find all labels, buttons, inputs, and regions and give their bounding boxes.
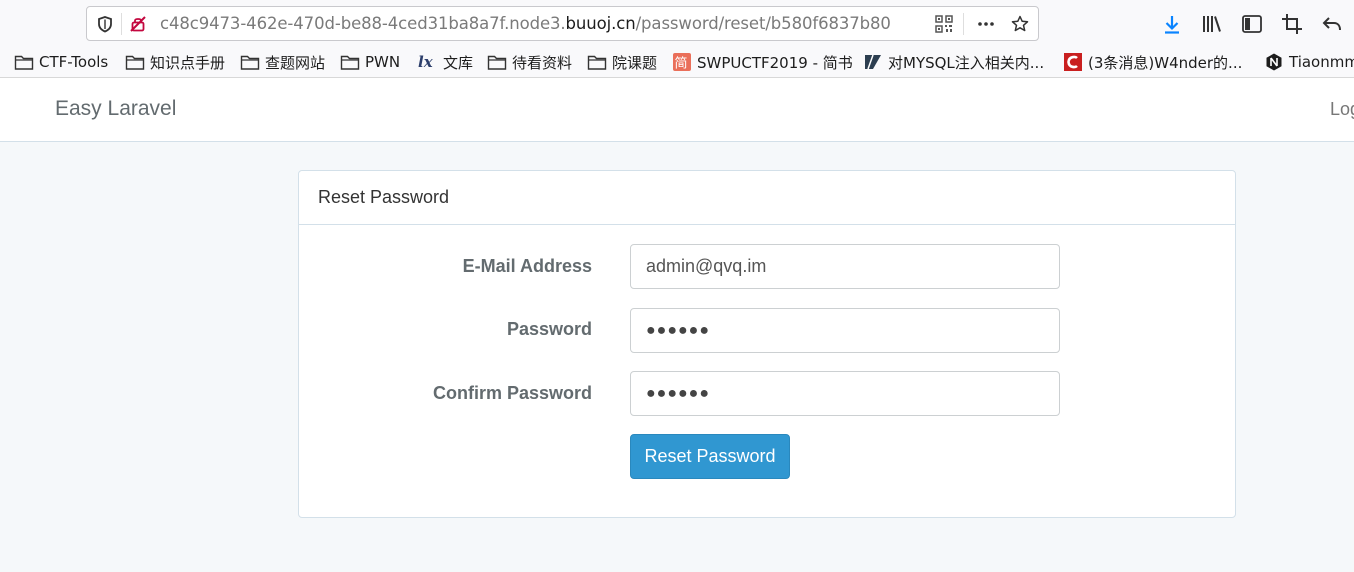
bookmark-pwn[interactable]: PWN: [340, 52, 400, 72]
notion-icon: [1266, 53, 1282, 71]
bookmark-courses[interactable]: 院课题: [587, 52, 657, 72]
email-label: E-Mail Address: [462, 256, 592, 276]
shield-icon[interactable]: [96, 15, 114, 33]
bookmark-csdn-w4nder[interactable]: (3条消息)W4nder的...: [1063, 52, 1242, 72]
library-icon[interactable]: [1201, 13, 1223, 35]
bookmark-reading-list[interactable]: 待看资料: [487, 52, 572, 72]
bookmark-label: 查题网站: [265, 53, 326, 72]
folder-icon: [487, 55, 507, 70]
more-actions-icon[interactable]: [977, 15, 995, 33]
bookmark-label: (3条消息)W4nder的...: [1088, 53, 1243, 72]
bookmark-star-icon[interactable]: [1011, 15, 1029, 33]
panel-heading: Reset Password: [299, 171, 1235, 225]
bookmark-knowledge-manual[interactable]: 知识点手册: [125, 52, 225, 72]
bookmark-label: CTF-Tools: [39, 53, 109, 71]
bookmark-label: Tiaonmm: [1289, 53, 1354, 71]
bookmark-label: 文库: [443, 53, 474, 72]
zhihu-icon: [865, 54, 881, 70]
folder-icon: [340, 55, 360, 70]
bookmark-label: 院课题: [612, 53, 658, 72]
bookmark-swpuctf-jianshu[interactable]: 简 SWPUCTF2019 - 简书: [672, 52, 853, 72]
folder-icon: [14, 55, 34, 70]
insecure-lock-icon[interactable]: [129, 15, 147, 33]
bookmark-label: 待看资料: [512, 53, 573, 72]
password-label: Password: [506, 319, 592, 339]
folder-icon: [587, 55, 607, 70]
undo-back-icon[interactable]: [1321, 13, 1343, 35]
svg-text:简: 简: [675, 56, 688, 72]
crop-screenshot-icon[interactable]: [1281, 13, 1303, 35]
lx-icon: lx: [418, 53, 434, 71]
csdn-icon: [1064, 53, 1082, 71]
url-text[interactable]: c48c9473-462e-470d-be88-4ced31ba8a7f.nod…: [160, 14, 925, 34]
jianshu-icon: 简: [673, 53, 691, 72]
confirm-password-field[interactable]: ●●●●●●: [630, 371, 1060, 416]
browser-toolbar: c48c9473-462e-470d-be88-4ced31ba8a7f.nod…: [0, 0, 1354, 48]
bookmark-label: 对MYSQL注入相关内...: [888, 53, 1045, 72]
bookmark-label: PWN: [365, 53, 401, 71]
reset-password-button[interactable]: Reset Password: [630, 434, 790, 479]
bookmark-tiaonmm[interactable]: Tiaonmm: [1264, 52, 1354, 72]
confirm-password-label: Confirm Password: [432, 383, 592, 403]
bookmark-label: 知识点手册: [150, 53, 226, 72]
bookmark-label: SWPUCTF2019 - 简书: [697, 53, 853, 72]
qr-code-icon[interactable]: [935, 15, 953, 33]
password-field[interactable]: ●●●●●●: [630, 308, 1060, 353]
login-link[interactable]: Login: [1330, 99, 1354, 120]
download-icon[interactable]: [1161, 13, 1183, 35]
bookmark-mysql-injection[interactable]: 对MYSQL注入相关内...: [863, 52, 1044, 72]
folder-icon: [125, 55, 145, 70]
bookmark-search-sites[interactable]: 查题网站: [240, 52, 325, 72]
address-bar[interactable]: c48c9473-462e-470d-be88-4ced31ba8a7f.nod…: [86, 6, 1039, 41]
bookmark-wenku[interactable]: lx 文库: [418, 52, 473, 72]
email-field[interactable]: admin@qvq.im: [630, 244, 1060, 289]
svg-text:lx: lx: [418, 53, 434, 71]
sidebar-icon[interactable]: [1241, 13, 1263, 35]
brand-link[interactable]: Easy Laravel: [55, 97, 176, 121]
bookmarks-bar: CTF-Tools 知识点手册 查题网站 PWN lx 文库 待看资料 院课题 …: [0, 48, 1354, 78]
bookmark-ctf-tools[interactable]: CTF-Tools: [14, 52, 108, 72]
app-navbar: Easy Laravel Login: [0, 78, 1354, 142]
folder-icon: [240, 55, 260, 70]
reset-password-panel: Reset Password E-Mail Address admin@qvq.…: [298, 170, 1236, 518]
panel-title: Reset Password: [318, 187, 450, 207]
